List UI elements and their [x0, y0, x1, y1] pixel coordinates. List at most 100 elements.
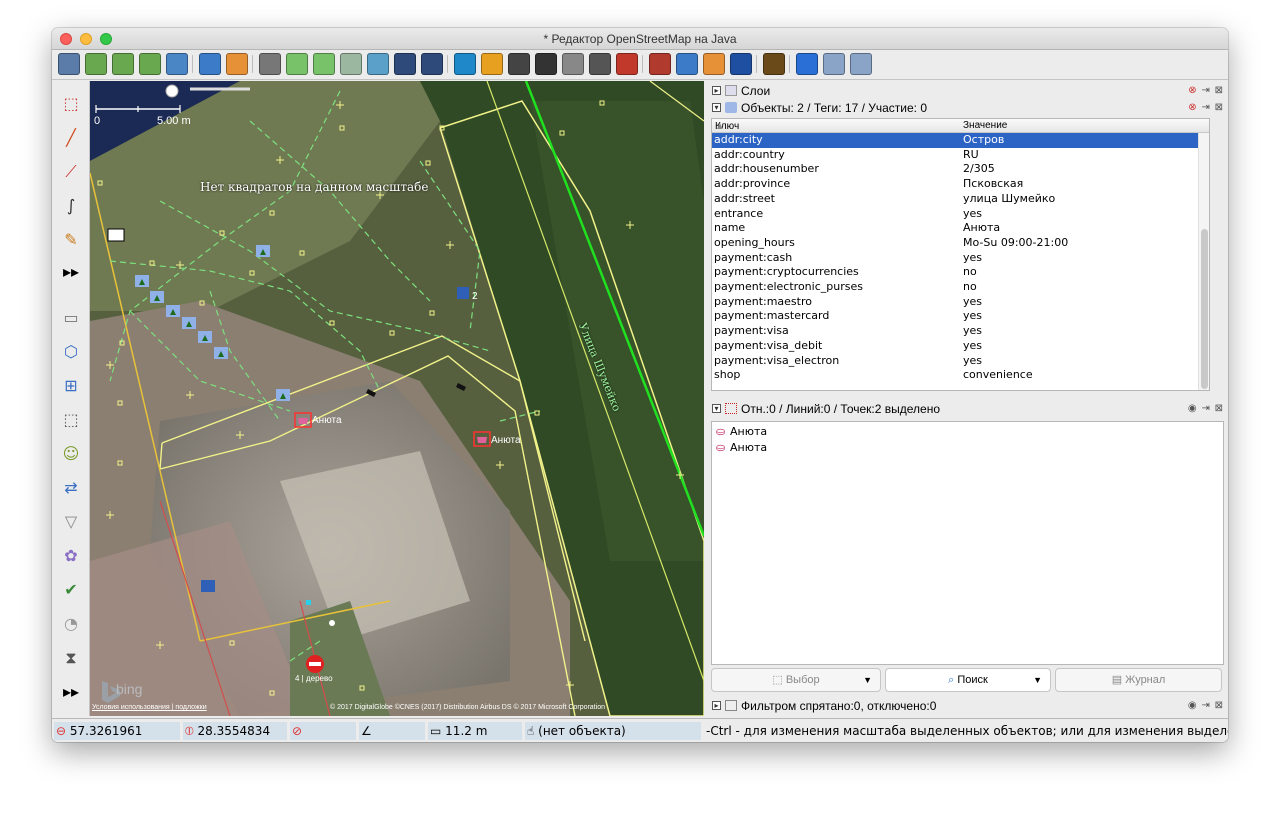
bing-icon[interactable] — [454, 53, 476, 75]
tag-value[interactable]: yes — [963, 207, 982, 222]
close-panel-icon[interactable]: ⊗ — [1188, 85, 1197, 96]
upload-icon[interactable] — [166, 53, 188, 75]
railway-icon[interactable] — [649, 53, 671, 75]
more-tools2-icon[interactable]: ▸▸ — [60, 681, 82, 703]
imagery-2-icon[interactable] — [421, 53, 443, 75]
chevron-down-icon[interactable]: ▼ — [1033, 669, 1042, 691]
table-row[interactable]: payment:mastercard yes — [712, 309, 1209, 324]
selection-panel-header[interactable]: ▾ Отн.:0 / Линий:0 / Точек:2 выделено ◉ … — [709, 401, 1226, 417]
value-column-header[interactable]: Значение — [963, 120, 1007, 131]
notes-icon[interactable]: ◔ — [60, 613, 82, 635]
search-image-icon[interactable] — [823, 53, 845, 75]
minimize-panel-icon[interactable]: ⊠ — [1215, 403, 1224, 414]
filter-icon[interactable]: ▽ — [60, 511, 82, 533]
table-row[interactable]: payment:visa_electron yes — [712, 354, 1209, 369]
more-tools-icon[interactable]: ▸▸ — [60, 261, 82, 283]
table-row[interactable]: addr:housenumber 2/305 — [712, 162, 1209, 177]
panel-controls[interactable]: ⊗ ⇥ ⊠ — [1188, 102, 1224, 113]
list-item[interactable]: ⛀ Анюта — [716, 441, 767, 454]
table-row[interactable]: payment:electronic_purses no — [712, 280, 1209, 295]
factory-icon[interactable] — [763, 53, 785, 75]
detach-icon[interactable]: ⇥ — [1201, 85, 1210, 96]
tag-value[interactable]: улица Шумейко — [963, 192, 1055, 207]
table-row[interactable]: payment:maestro yes — [712, 295, 1209, 310]
detach-icon[interactable]: ⇥ — [1201, 102, 1210, 113]
table-row[interactable]: addr:city Остров — [712, 133, 1209, 148]
wms-layer-icon[interactable] — [340, 53, 362, 75]
download-object-icon[interactable] — [112, 53, 134, 75]
tag-value[interactable]: RU — [963, 148, 979, 163]
layers-toggle-icon[interactable]: ▭ — [60, 307, 82, 329]
table-row[interactable]: addr:province Псковская — [712, 177, 1209, 192]
detach-icon[interactable]: ⇥ — [1201, 700, 1210, 711]
table-row[interactable]: addr:street улица Шумейко — [712, 192, 1209, 207]
wall-icon[interactable] — [508, 53, 530, 75]
close-panel-icon[interactable]: ⊗ — [1188, 102, 1197, 113]
tags-table[interactable]: Ключ ▲ Значение addr:city Остров addr:coun… — [711, 118, 1210, 391]
download-icon[interactable] — [85, 53, 107, 75]
preferences-icon[interactable] — [199, 53, 221, 75]
selection-list[interactable]: ⛀ Анюта ⛀ Анюта — [711, 421, 1224, 665]
tag-value[interactable]: Mo-Su 09:00-21:00 — [963, 236, 1068, 251]
panel-controls[interactable]: ◉ ⇥ ⊠ — [1188, 403, 1224, 414]
tag-value[interactable]: yes — [963, 339, 982, 354]
map-view[interactable]: 0 5.00 m Нет квадратов на данном масштаб… — [90, 81, 704, 716]
selection-list-icon[interactable]: ⬚ — [60, 409, 82, 431]
poi-label-2[interactable]: Анюта — [491, 435, 521, 446]
tag-value[interactable]: Псковская — [963, 177, 1023, 192]
imagery-1-icon[interactable] — [394, 53, 416, 75]
collapse-icon[interactable]: ▾ — [712, 103, 721, 112]
layers-panel-header[interactable]: ▸ Слои ⊗ ⇥ ⊠ — [709, 83, 1226, 99]
tag-value[interactable]: Остров — [963, 133, 1004, 148]
draw-tool-icon[interactable]: ╱ — [60, 127, 82, 149]
undo-icon[interactable] — [226, 53, 248, 75]
collapse-icon[interactable]: ▾ — [712, 404, 721, 413]
zoom-to-data-icon[interactable] — [286, 53, 308, 75]
zoom-to-selection-icon[interactable] — [313, 53, 335, 75]
tag-value[interactable]: convenience — [963, 368, 1033, 383]
table-row[interactable]: payment:cash yes — [712, 251, 1209, 266]
table-row[interactable]: name Анюта — [712, 221, 1209, 236]
conflict-icon[interactable]: ⇄ — [60, 477, 82, 499]
validator-icon[interactable]: ✔ — [60, 579, 82, 601]
author-icon[interactable]: ☺ — [60, 443, 82, 465]
panel-controls[interactable]: ◉ ⇥ ⊠ — [1188, 700, 1224, 711]
filter-panel-header[interactable]: ▸ Фильтром спрятано:0, отключено:0 ◉ ⇥ ⊠ — [709, 698, 1226, 714]
table-row[interactable]: addr:country RU — [712, 148, 1209, 163]
road-icon[interactable] — [481, 53, 503, 75]
table-row[interactable]: opening_hours Mo-Su 09:00-21:00 — [712, 236, 1209, 251]
expand-icon[interactable]: ▸ — [712, 701, 721, 710]
eye-icon[interactable]: ◉ — [1188, 403, 1198, 414]
river-icon[interactable] — [796, 53, 818, 75]
select-button[interactable]: ⬚ Выбор ▼ — [711, 668, 881, 692]
tag-value[interactable]: Анюта — [963, 221, 1000, 236]
chevron-down-icon[interactable]: ▼ — [863, 669, 872, 691]
zoom-icon[interactable] — [367, 53, 389, 75]
list-item[interactable]: ⛀ Анюта — [716, 425, 767, 438]
map-paint-icon[interactable]: ✿ — [60, 545, 82, 567]
improve-way-icon[interactable]: ⟋ — [60, 161, 82, 183]
tag-value[interactable]: yes — [963, 295, 982, 310]
tags-panel-header[interactable]: ▾ Объекты: 2 / Теги: 17 / Участие: 0 ⊗ ⇥… — [709, 100, 1226, 116]
tag-value[interactable]: yes — [963, 251, 982, 266]
brick-icon[interactable] — [616, 53, 638, 75]
bed-icon[interactable] — [676, 53, 698, 75]
fence-icon[interactable] — [562, 53, 584, 75]
expand-icon[interactable]: ▸ — [712, 86, 721, 95]
download-area-icon[interactable] — [139, 53, 161, 75]
parallel-way-icon[interactable]: ∫ — [60, 195, 82, 217]
tag-value[interactable]: no — [963, 280, 977, 295]
tag-value[interactable]: no — [963, 265, 977, 280]
table-row[interactable]: payment:visa_debit yes — [712, 339, 1209, 354]
history-button[interactable]: ▤ Журнал — [1055, 668, 1222, 692]
info-icon[interactable] — [730, 53, 752, 75]
tags-scrollbar[interactable] — [1198, 133, 1209, 390]
poi-label-1[interactable]: Анюта — [312, 415, 342, 426]
panel-controls[interactable]: ⊗ ⇥ ⊠ — [1188, 85, 1224, 96]
history-icon[interactable]: ⧗ — [60, 647, 82, 669]
tag-value[interactable]: yes — [963, 354, 982, 369]
table-row[interactable]: payment:cryptocurrencies no — [712, 265, 1209, 280]
gate-icon[interactable] — [535, 53, 557, 75]
terms-link[interactable]: Условия использования | подложки — [92, 704, 207, 711]
table-row[interactable]: entrance yes — [712, 207, 1209, 222]
